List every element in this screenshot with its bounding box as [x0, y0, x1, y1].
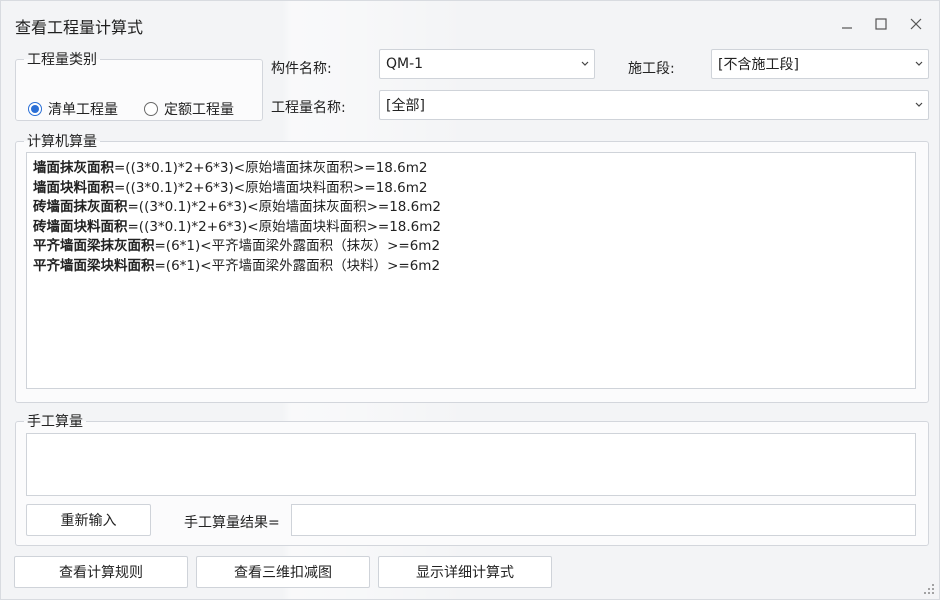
construction-stage-label: 施工段: [628, 61, 675, 77]
formula-expr: =(6*1)<平齐墙面梁外露面积（块料）>=6m2 [154, 257, 441, 274]
component-name-select[interactable]: QM-1 [379, 49, 595, 79]
show-detailed-formula-button[interactable]: 显示详细计算式 [378, 556, 552, 588]
chevron-down-icon [910, 91, 928, 119]
formula-name: 平齐墙面梁块料面积 [33, 257, 155, 274]
formula-line: 砖墙面抹灰面积=((3*0.1)*2+6*3)<原始墙面抹灰面积>=18.6m2 [33, 198, 909, 218]
title-bar: 查看工程量计算式 [1, 1, 939, 47]
window-title: 查看工程量计算式 [15, 18, 144, 37]
chevron-down-icon [576, 50, 594, 78]
formula-name: 平齐墙面梁抹灰面积 [33, 238, 155, 255]
manual-result-input[interactable] [291, 504, 916, 536]
manual-result-label: 手工算量结果= [184, 515, 280, 531]
close-icon [910, 18, 922, 30]
formula-line: 墙面块料面积=((3*0.1)*2+6*3)<原始墙面块料面积>=18.6m2 [33, 179, 909, 199]
maximize-button[interactable] [870, 13, 892, 35]
radio-indicator-checked[interactable] [28, 102, 42, 116]
formula-name: 墙面抹灰面积 [33, 160, 114, 176]
component-name-value: QM-1 [386, 56, 424, 72]
formula-expr: =(6*1)<平齐墙面梁外露面积（抹灰）>=6m2 [154, 238, 441, 255]
minimize-button[interactable] [836, 13, 858, 35]
chevron-down-icon [910, 50, 928, 78]
manual-formula-textarea[interactable] [26, 433, 916, 496]
radio-bill-quantity[interactable]: 清单工程量 [28, 99, 118, 119]
radio-bill-quantity-label: 清单工程量 [48, 102, 118, 118]
close-button[interactable] [905, 13, 927, 35]
quantity-category-legend: 工程量类别 [27, 52, 97, 68]
formula-line: 平齐墙面梁块料面积=(6*1)<平齐墙面梁外露面积（块料）>=6m2 [33, 257, 909, 277]
formula-expr: =((3*0.1)*2+6*3)<原始墙面抹灰面积>=18.6m2 [127, 199, 442, 216]
radio-quota-quantity[interactable]: 定额工程量 [144, 99, 234, 119]
construction-stage-select[interactable]: [不含施工段] [711, 49, 929, 79]
component-name-label: 构件名称: [271, 61, 332, 77]
computer-calc-legend: 计算机算量 [27, 134, 97, 150]
formula-name: 墙面块料面积 [33, 179, 114, 196]
resize-grip-icon[interactable] [923, 583, 935, 595]
formula-expr: =((3*0.1)*2+6*3)<原始墙面抹灰面积>=18.6m2 [114, 160, 428, 176]
quantity-name-select[interactable]: [全部] [379, 90, 929, 120]
radio-indicator-unchecked[interactable] [144, 102, 158, 116]
quantity-name-label: 工程量名称: [271, 100, 346, 116]
formula-line: 平齐墙面梁抹灰面积=(6*1)<平齐墙面梁外露面积（抹灰）>=6m2 [33, 237, 909, 257]
manual-calc-legend: 手工算量 [27, 414, 83, 430]
formula-textarea[interactable]: 墙面抹灰面积=((3*0.1)*2+6*3)<原始墙面抹灰面积>=18.6m2 … [26, 152, 916, 389]
quantity-name-value: [全部] [386, 98, 425, 114]
formula-name: 砖墙面抹灰面积 [33, 199, 128, 216]
maximize-icon [875, 18, 887, 30]
construction-stage-value: [不含施工段] [718, 57, 799, 73]
quantity-category-group: 工程量类别 清单工程量 定额工程量 [15, 49, 263, 121]
formula-expr: =((3*0.1)*2+6*3)<原始墙面块料面积>=18.6m2 [127, 218, 442, 235]
calc-formula-window: 查看工程量计算式 工程量类别 清单工程量 定额工程量 构件名称: QM-1 施工… [0, 0, 940, 600]
formula-name: 砖墙面块料面积 [33, 218, 128, 235]
minimize-icon [842, 27, 852, 29]
formula-expr: =((3*0.1)*2+6*3)<原始墙面块料面积>=18.6m2 [114, 179, 428, 196]
view-3d-deduction-button[interactable]: 查看三维扣减图 [196, 556, 370, 588]
formula-line: 砖墙面块料面积=((3*0.1)*2+6*3)<原始墙面块料面积>=18.6m2 [33, 218, 909, 238]
formula-line: 墙面抹灰面积=((3*0.1)*2+6*3)<原始墙面抹灰面积>=18.6m2 [33, 159, 909, 179]
view-calc-rules-button[interactable]: 查看计算规则 [14, 556, 188, 588]
radio-quota-quantity-label: 定额工程量 [164, 102, 234, 118]
reenter-button[interactable]: 重新输入 [26, 504, 151, 536]
